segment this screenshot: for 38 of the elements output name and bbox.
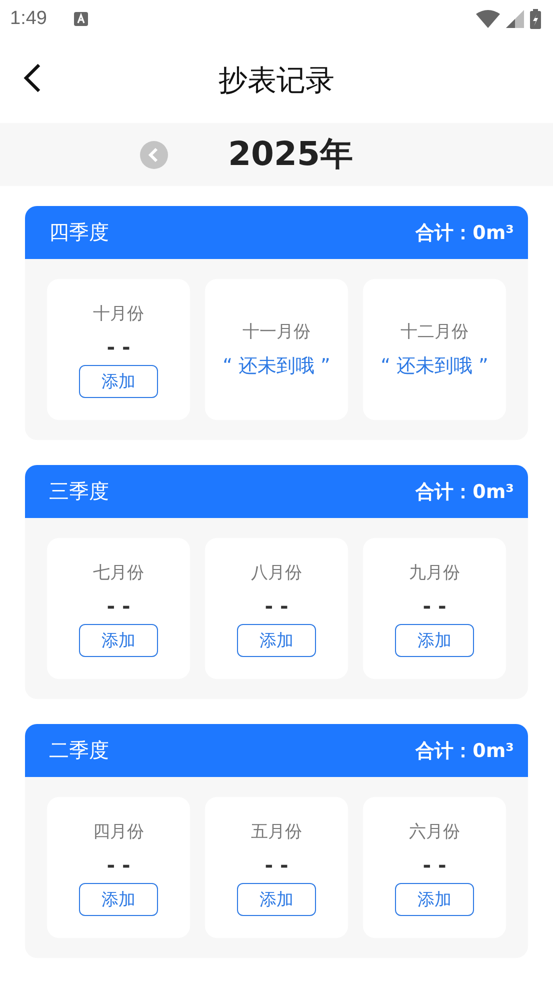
add-button[interactable]: 添加 bbox=[79, 882, 158, 916]
month-label: 六月份 bbox=[409, 820, 460, 842]
wifi-icon bbox=[476, 10, 500, 28]
add-button[interactable]: 添加 bbox=[395, 882, 474, 916]
month-label: 七月份 bbox=[93, 562, 144, 584]
month-label: 九月份 bbox=[409, 562, 460, 584]
month-label: 十二月份 bbox=[400, 321, 468, 343]
month-reading: - - bbox=[264, 852, 288, 876]
month-label: 十月份 bbox=[93, 302, 144, 324]
month-label: 五月份 bbox=[251, 820, 302, 842]
not-yet-note: “ 还未到哦 ” bbox=[380, 354, 488, 379]
quarter-total: 合计：0m³ bbox=[416, 220, 514, 246]
page-title: 抄表记录 bbox=[218, 62, 334, 98]
battery-icon bbox=[530, 9, 541, 29]
quarter-name: 四季度 bbox=[49, 219, 109, 246]
quarter-total: 合计：0m³ bbox=[416, 480, 514, 504]
month-label: 十一月份 bbox=[242, 321, 310, 343]
month-reading: - - bbox=[422, 852, 446, 876]
month-reading: - - bbox=[106, 594, 130, 618]
quarter-total: 合计：0m³ bbox=[416, 738, 514, 764]
month-reading: - - bbox=[106, 852, 130, 876]
quarter-name: 三季度 bbox=[49, 478, 109, 505]
status-time: 1:49 bbox=[10, 8, 47, 30]
month-label: 四月份 bbox=[93, 820, 144, 842]
add-button[interactable]: 添加 bbox=[79, 624, 158, 656]
keyboard-icon bbox=[72, 11, 89, 27]
year-label: 2025年 bbox=[228, 133, 353, 175]
signal-icon bbox=[506, 10, 524, 28]
month-label: 八月份 bbox=[251, 562, 302, 584]
quarter-name: 二季度 bbox=[49, 737, 109, 764]
add-button[interactable]: 添加 bbox=[237, 882, 316, 916]
add-button[interactable]: 添加 bbox=[237, 624, 316, 656]
month-reading: - - bbox=[422, 594, 446, 618]
add-button[interactable]: 添加 bbox=[79, 364, 158, 398]
month-reading: - - bbox=[264, 594, 288, 618]
add-button[interactable]: 添加 bbox=[395, 624, 474, 656]
not-yet-note: “ 还未到哦 ” bbox=[222, 354, 330, 379]
month-reading: - - bbox=[106, 334, 130, 358]
